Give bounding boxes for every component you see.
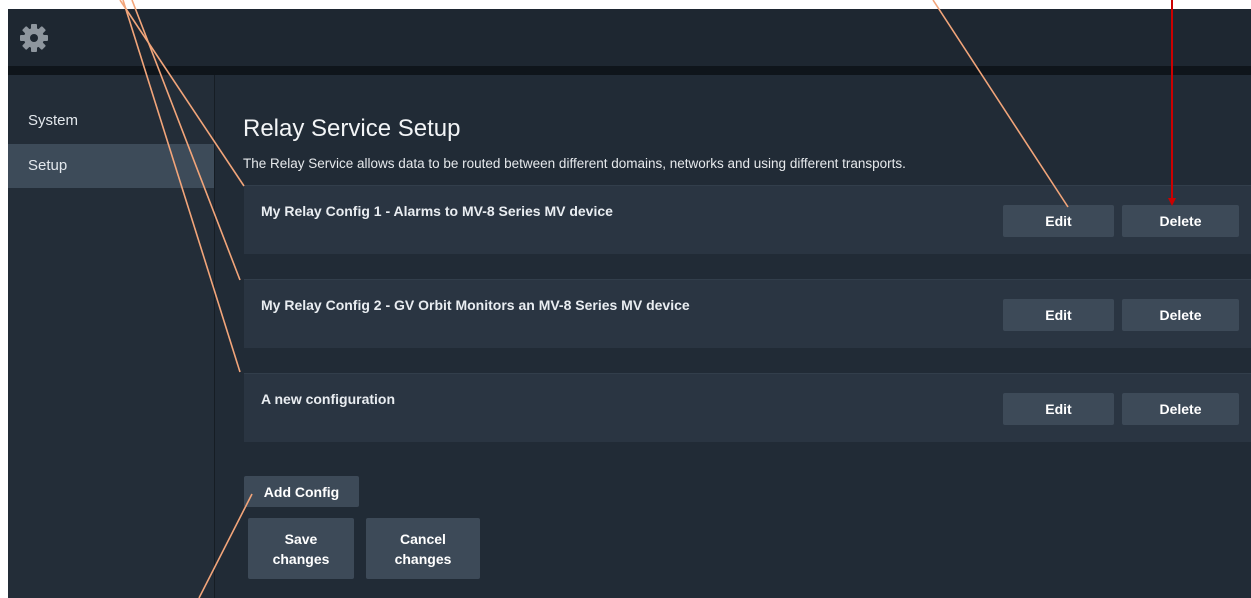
edit-button[interactable]: Edit bbox=[1003, 205, 1114, 237]
page-description: The Relay Service allows data to be rout… bbox=[243, 156, 906, 171]
delete-button[interactable]: Delete bbox=[1122, 205, 1239, 237]
edit-button[interactable]: Edit bbox=[1003, 393, 1114, 425]
header-divider bbox=[8, 66, 1251, 75]
top-bar bbox=[8, 9, 1251, 66]
save-label-line1: Save bbox=[284, 530, 318, 547]
save-label-line2: changes bbox=[272, 550, 330, 567]
config-row: My Relay Config 2 - GV Orbit Monitors an… bbox=[244, 279, 1251, 348]
edit-button[interactable]: Edit bbox=[1003, 299, 1114, 331]
delete-button[interactable]: Delete bbox=[1122, 393, 1239, 425]
config-name: My Relay Config 1 - Alarms to MV-8 Serie… bbox=[261, 203, 613, 219]
config-row: My Relay Config 1 - Alarms to MV-8 Serie… bbox=[244, 185, 1251, 254]
add-config-button[interactable]: Add Config bbox=[244, 476, 359, 507]
cancel-label-line2: changes bbox=[394, 550, 452, 567]
main-panel: Relay Service Setup The Relay Service al… bbox=[215, 75, 1251, 598]
sidebar: System Setup bbox=[8, 75, 215, 598]
sidebar-item-system[interactable]: System bbox=[8, 99, 214, 143]
app-window: System Setup Relay Service Setup The Rel… bbox=[8, 9, 1251, 598]
config-name: My Relay Config 2 - GV Orbit Monitors an… bbox=[261, 297, 690, 313]
delete-button[interactable]: Delete bbox=[1122, 299, 1239, 331]
cancel-label-line1: Cancel bbox=[400, 530, 446, 547]
page-title: Relay Service Setup bbox=[243, 115, 461, 142]
save-changes-button[interactable]: Save changes bbox=[248, 518, 354, 579]
sidebar-item-setup[interactable]: Setup bbox=[8, 144, 214, 188]
config-row: A new configuration Edit Delete bbox=[244, 373, 1251, 442]
cancel-changes-button[interactable]: Cancel changes bbox=[366, 518, 480, 579]
gear-icon[interactable] bbox=[20, 24, 48, 52]
config-name: A new configuration bbox=[261, 391, 396, 407]
